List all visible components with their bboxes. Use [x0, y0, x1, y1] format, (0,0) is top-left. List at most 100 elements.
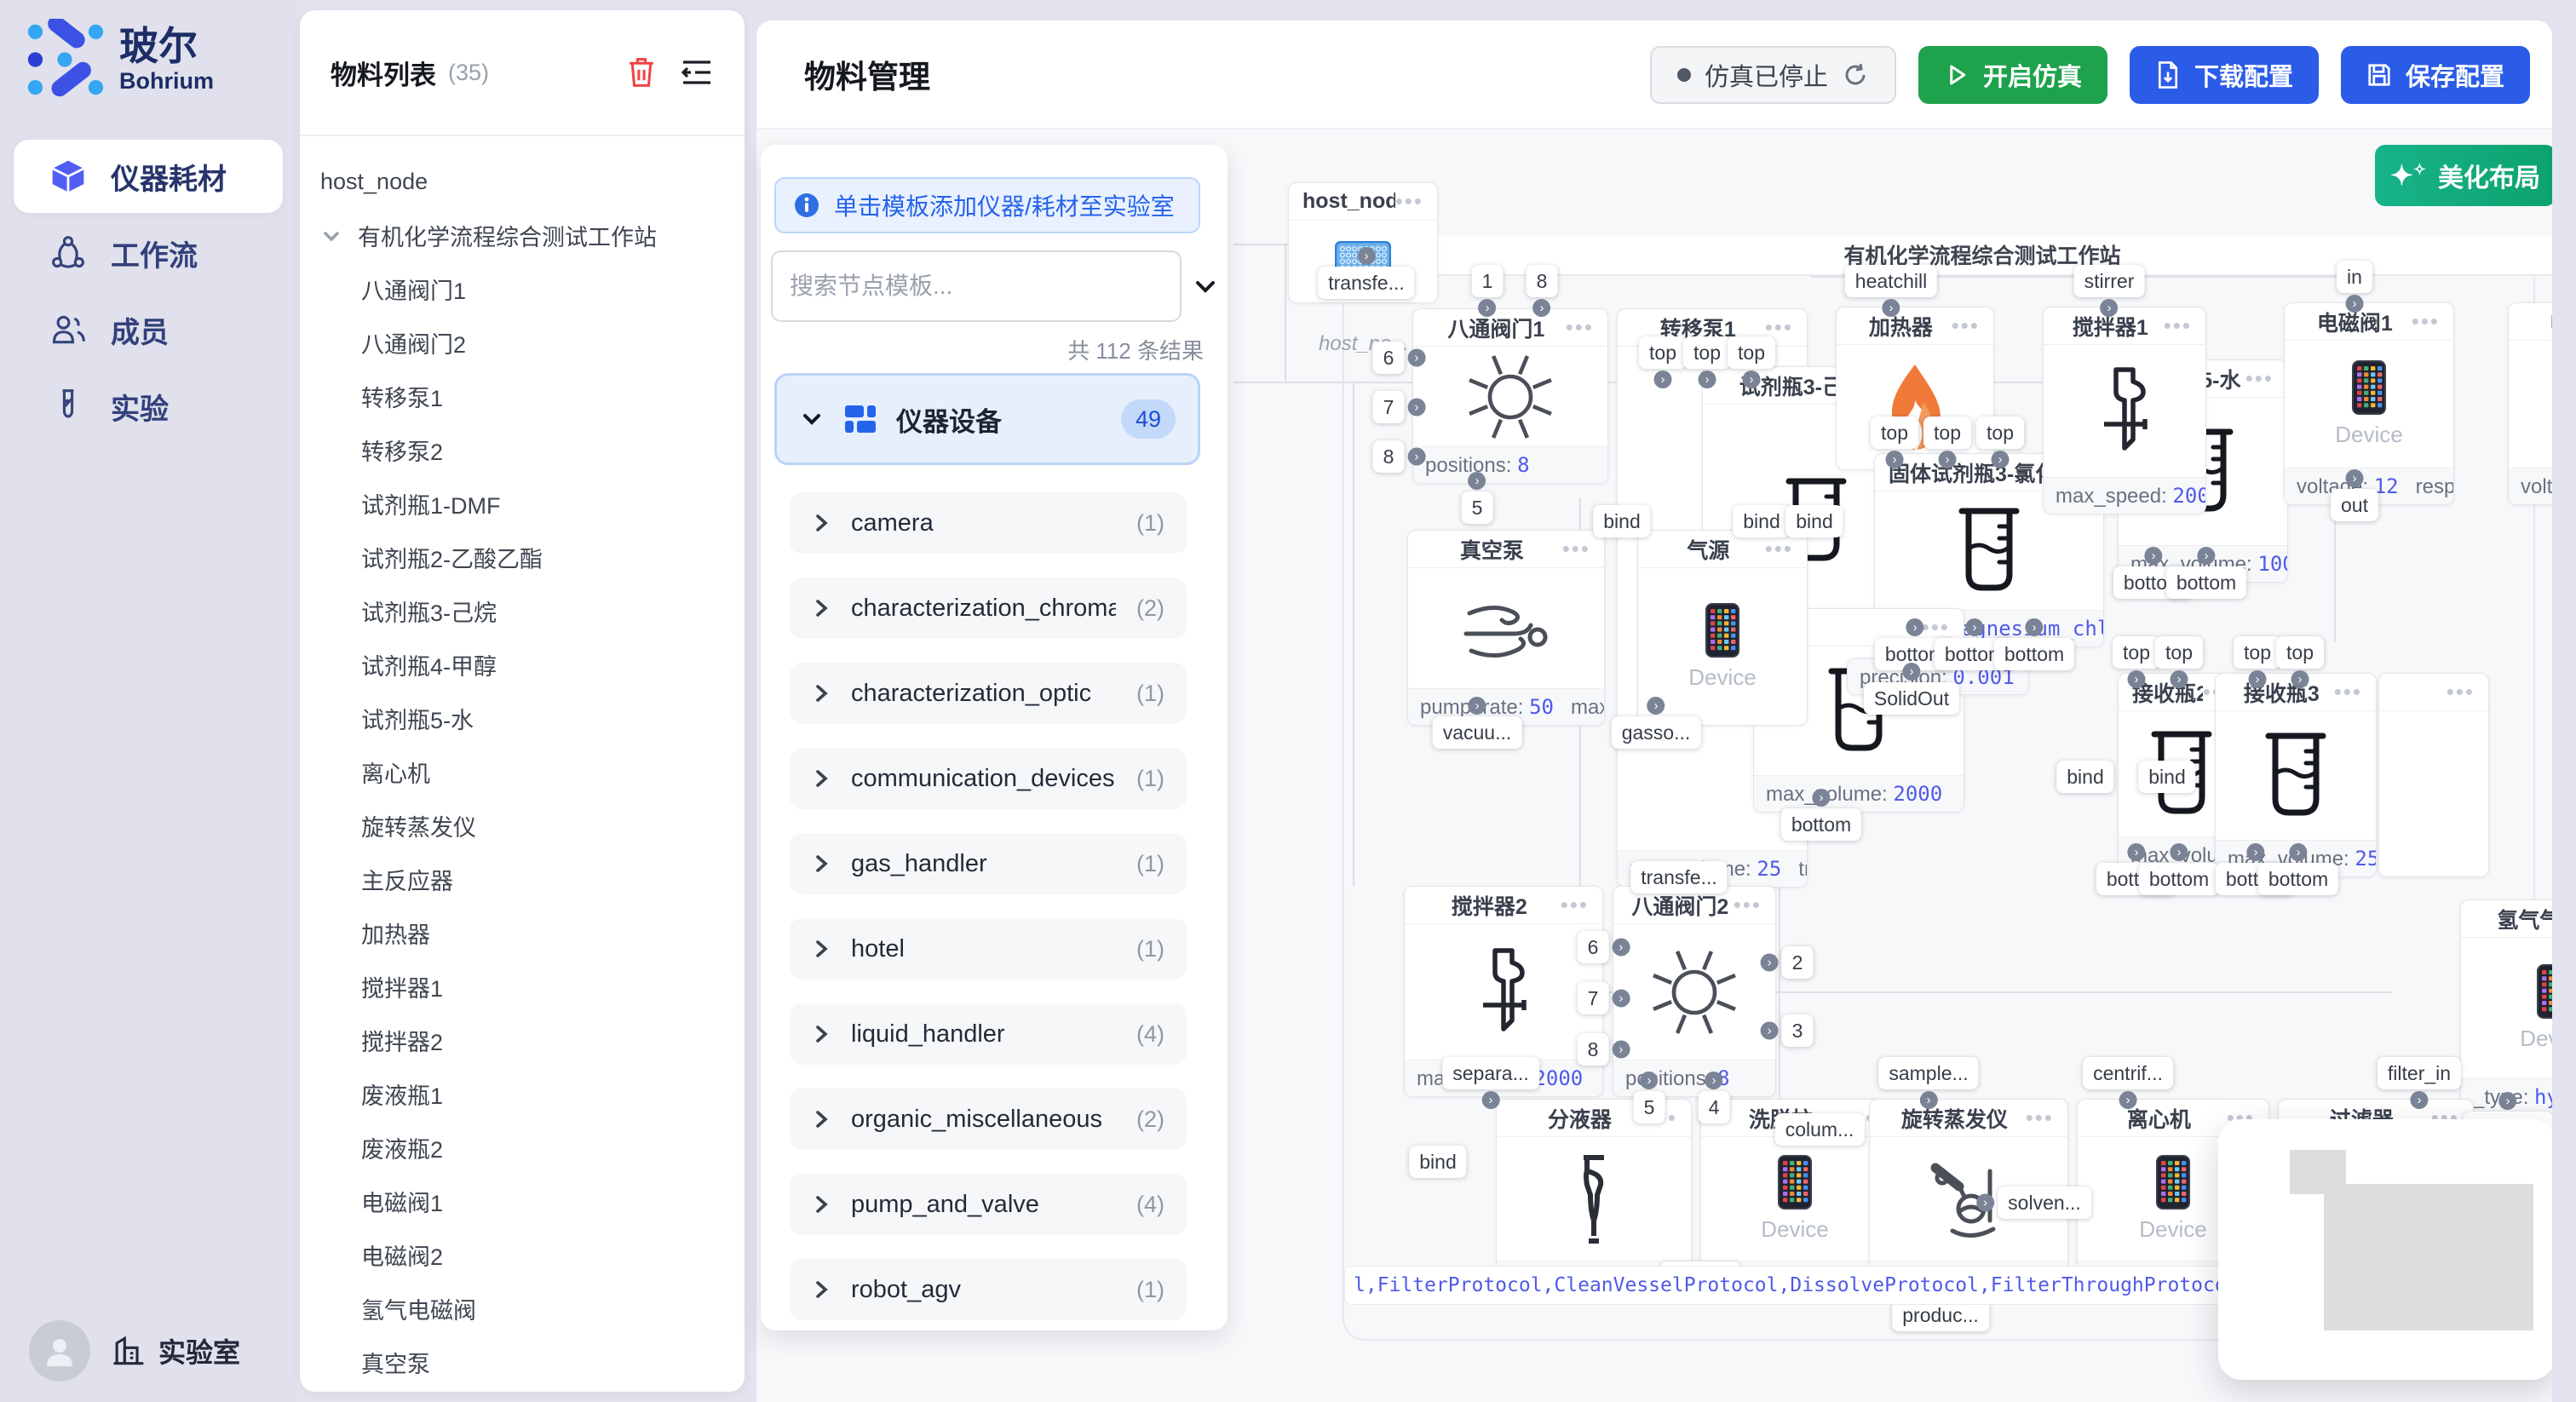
category-row-characterization_optic[interactable]: characterization_optic(1) [790, 663, 1187, 724]
canvas-node[interactable]: 氢气气源•••Device_type: hydrogenmax_pre [2460, 899, 2552, 1116]
port-chip: 1› [1472, 265, 1504, 297]
tree-item[interactable]: 搅拌器1 [300, 960, 745, 1014]
node-menu-icon[interactable]: ••• [2164, 313, 2192, 339]
tree-item[interactable]: 废液瓶2 [300, 1121, 745, 1175]
category-row-hotel[interactable]: hotel(1) [790, 918, 1187, 980]
node-body [1413, 347, 1607, 446]
tree-item[interactable]: 主反应器 [300, 853, 745, 906]
node-menu-icon[interactable]: ••• [2026, 1105, 2054, 1131]
port-chip: bind [2056, 761, 2113, 793]
port-chip: centrif...› [2083, 1057, 2173, 1089]
tree-item[interactable]: 试剂瓶2-乙酸乙酯 [300, 531, 745, 584]
port-chip: transfe... [1630, 861, 1727, 893]
node-menu-icon[interactable]: ••• [1952, 313, 1980, 339]
collapse-list-icon[interactable] [680, 58, 714, 87]
node-title: 加热器 [1850, 311, 1952, 342]
node-menu-icon[interactable]: ••• [2412, 308, 2440, 335]
port-dot-icon: › [1640, 1072, 1658, 1089]
tree-item[interactable]: 转移泵2 [300, 423, 745, 477]
node-menu-icon[interactable]: ••• [1734, 892, 1762, 918]
tree-item[interactable]: 试剂瓶5-水 [300, 692, 745, 745]
category-row-pump_and_valve[interactable]: pump_and_valve(4) [790, 1174, 1187, 1235]
node-menu-icon[interactable]: ••• [1395, 188, 1423, 215]
tree-item[interactable]: 氢气电磁阀 [300, 1282, 745, 1336]
tree-group[interactable]: 有机化学流程综合测试工作站 [300, 209, 745, 262]
node-params: max_volume: 2000 [1754, 775, 1964, 812]
tree-item[interactable]: 八通阀门2 [300, 316, 745, 370]
sidebar-item-experiments[interactable]: 实验 [14, 370, 283, 443]
port-dot-icon: › [1468, 697, 1486, 715]
tree-item[interactable]: 电磁阀1 [300, 1175, 745, 1228]
port-dot-icon: › [1478, 299, 1496, 317]
tree-item[interactable]: 试剂瓶3-己烷 [300, 584, 745, 638]
tree-item[interactable]: 转移泵1 [300, 370, 745, 423]
start-simulation-button[interactable]: 开启仿真 [1918, 46, 2107, 104]
canvas-node[interactable]: 八通阀门2•••positions: 8 [1613, 886, 1776, 1097]
category-row-camera[interactable]: camera(1) [790, 492, 1187, 554]
node-menu-icon[interactable]: ••• [1765, 536, 1793, 562]
avatar[interactable] [29, 1320, 90, 1382]
beautify-layout-button[interactable]: ✦✧ 美化布局 [2375, 145, 2552, 206]
sidebar-item-workflow[interactable]: 工作流 [14, 216, 283, 290]
search-input[interactable] [771, 250, 1182, 322]
canvas-node[interactable]: 电磁阀1•••Devicevoltage: 12response_time: 0… [2284, 302, 2454, 505]
tree-item[interactable]: 废液瓶1 [300, 1067, 745, 1121]
node-menu-icon[interactable]: ••• [1566, 314, 1594, 341]
tree-item[interactable]: 试剂瓶4-甲醇 [300, 638, 745, 692]
port-chip: vacuu...› [1433, 716, 1522, 749]
tree-root[interactable]: host_node [300, 155, 745, 209]
lab-switcher[interactable]: 实验室 [29, 1320, 240, 1382]
canvas-node[interactable]: ••• [2378, 673, 2489, 877]
download-config-button[interactable]: 下载配置 [2130, 46, 2319, 104]
save-config-button[interactable]: 保存配置 [2341, 46, 2530, 104]
category-row-characterization_chromatic[interactable]: characterization_chromatic(2) [790, 577, 1187, 639]
simulation-status-badge[interactable]: 仿真已停止 [1650, 46, 1896, 104]
category-row-gas_handler[interactable]: gas_handler(1) [790, 833, 1187, 894]
beaker-icon [2253, 729, 2338, 823]
canvas-node[interactable]: 气源•••Device [1637, 530, 1808, 726]
logo-title: 玻尔 [119, 25, 214, 68]
chevron-down-icon[interactable] [320, 227, 342, 245]
node-params: voltage: 12 [2509, 468, 2552, 504]
delete-icon[interactable] [625, 55, 658, 89]
port-chip: 6› [1578, 931, 1609, 963]
canvas-node[interactable]: 八通阀门1•••positions: 8 [1412, 308, 1608, 484]
category-row-organic_miscellaneous[interactable]: organic_miscellaneous(2) [790, 1089, 1187, 1150]
tree-item[interactable]: 旋转蒸发仪 [300, 799, 745, 853]
sidebar-item-instruments[interactable]: 仪器耗材 [14, 140, 283, 213]
tree-item[interactable]: 八通阀门1 [300, 262, 745, 316]
tree-item[interactable]: 电磁阀2 [300, 1228, 745, 1282]
lab-label: 实验室 [158, 1331, 240, 1370]
canvas-node[interactable]: 真空泵•••pump_rate: 50max_vacuum: 0.1 [1407, 530, 1605, 726]
collapse-panel-icon[interactable] [1190, 273, 1221, 300]
category-row-robot_agv[interactable]: robot_agv(1) [790, 1259, 1187, 1320]
canvas-node[interactable]: 搅拌器1•••max_speed: 2000 [2043, 307, 2206, 514]
node-menu-icon[interactable]: ••• [2245, 365, 2274, 392]
node-body [2044, 345, 2205, 477]
vacuum-icon [1459, 588, 1553, 669]
port-chip: 5› [1634, 1091, 1665, 1123]
node-menu-icon[interactable]: ••• [1922, 614, 1950, 641]
tree-item[interactable]: 搅拌器2 [300, 1014, 745, 1067]
node-menu-icon[interactable]: ••• [1562, 536, 1590, 562]
app-logo: 玻尔 Bohrium [24, 19, 214, 101]
tree-item[interactable]: 离心机 [300, 745, 745, 799]
tree-item[interactable]: 加热器 [300, 906, 745, 960]
category-row-liquid_handler[interactable]: liquid_handler(4) [790, 1003, 1187, 1065]
port-chip: 2› [1782, 946, 1814, 979]
canvas-node[interactable]: 电磁阀2•••voltage: 12 [2508, 302, 2552, 505]
tree-item[interactable]: 试剂瓶1-DMF [300, 477, 745, 531]
funnel-icon [1553, 1152, 1635, 1246]
sidebar-item-members[interactable]: 成员 [14, 293, 283, 366]
node-menu-icon[interactable]: ••• [1561, 892, 1589, 918]
node-menu-icon[interactable]: ••• [2334, 679, 2362, 705]
node-menu-icon[interactable]: ••• [2447, 679, 2475, 705]
port-dot-icon: › [1761, 1022, 1779, 1040]
category-row-communication_devices[interactable]: communication_devices(1) [790, 748, 1187, 809]
port-chip: 8› [1527, 265, 1558, 297]
refresh-icon[interactable] [1842, 61, 1869, 89]
category-group-instruments[interactable]: 仪器设备 49 [774, 373, 1200, 465]
tree-item[interactable]: 真空泵 [300, 1336, 745, 1389]
port-dot-icon: › [2411, 1091, 2429, 1109]
port-chip: SolidOut› [1864, 682, 1959, 715]
